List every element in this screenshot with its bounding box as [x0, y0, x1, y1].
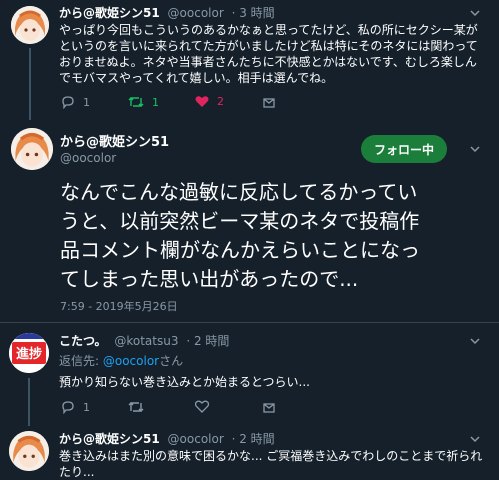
tweet-text-line: というのを言いに来られてた方がいましたけど私は特にそのネタには関わって: [59, 39, 478, 53]
chevron-down-icon[interactable]: [470, 336, 480, 346]
reply-header: こたつ。 @kotatsu3 · 2 時間: [59, 332, 229, 349]
main-author-handle[interactable]: @oocolor: [60, 151, 116, 165]
tweet-text-line: おりませぬよ。ネタや当事者さんたちに不快感とかはないです、むしろ楽しん: [59, 55, 477, 69]
thread-line: [29, 48, 31, 120]
avatar[interactable]: [11, 6, 49, 44]
reply-count: 1: [83, 400, 90, 414]
reply-header: から@歌姫シン51 @oocolor · 2 時間: [59, 430, 275, 447]
main-text-line: 品コメント欄がなんかえらいことになっ: [60, 238, 420, 262]
share-button[interactable]: [262, 95, 276, 109]
avatar-text: 進捗: [16, 346, 42, 362]
reply-to-line: 返信先: @oocolorさん: [59, 352, 183, 369]
following-button[interactable]: フォロー中: [361, 135, 447, 163]
tweet-text-line: でモバマスやってくれて嬉しい。相手は選んでね。: [59, 71, 334, 85]
retweet-icon: [128, 97, 144, 107]
author-handle[interactable]: @kotatsu3: [114, 334, 178, 348]
share-button[interactable]: [262, 400, 276, 414]
share-icon: [263, 98, 275, 108]
main-text-line: うと、以前突然ビーマ某のネタで投稿作: [60, 209, 420, 233]
reply-button[interactable]: 1: [61, 95, 90, 109]
reply-icon: [62, 96, 74, 109]
retweet-button[interactable]: [128, 400, 144, 414]
main-text-line: てしまった思い出があったので...: [60, 267, 359, 291]
like-button[interactable]: [195, 400, 209, 413]
chevron-down-icon[interactable]: [470, 8, 480, 18]
main-timestamp[interactable]: 7:59 - 2019年5月26日: [60, 298, 178, 314]
tweet-time[interactable]: · 2 時間: [232, 432, 275, 446]
reply-text-line: 巻き込みはまた別の意味で困るかな... ご冥福巻き込みでわしのことまで祈られ: [59, 449, 483, 463]
main-text-line: なんでこんな過敏に反応してるかってい: [60, 180, 418, 204]
retweet-button[interactable]: 1: [128, 95, 159, 109]
author-name[interactable]: こたつ。: [59, 334, 107, 348]
tweet-time[interactable]: · 2 時間: [186, 334, 229, 348]
like-button[interactable]: 2: [195, 95, 224, 108]
reply-button[interactable]: 1: [61, 400, 90, 414]
avatar[interactable]: 進捗: [9, 333, 49, 373]
tweet-header: から@歌姫シン51 @oocolor · 3 時間: [59, 4, 275, 21]
tweet-text-line: やっぱり今回もこういうのあるかなぁと思ってたけど、私の所にセクシー某が: [59, 23, 478, 37]
main-author-name[interactable]: から@歌姫シン51: [60, 131, 169, 150]
share-icon: [263, 403, 275, 413]
author-handle[interactable]: @oocolor: [168, 432, 224, 446]
reply-icon: [62, 401, 74, 414]
thread-line: [28, 378, 30, 426]
divider: [0, 322, 499, 323]
tweet-text: やっぱり今回もこういうのあるかなぁと思ってたけど、私の所にセクシー某が というの…: [59, 22, 479, 86]
reply-to-prefix: 返信先:: [59, 354, 103, 368]
chevron-down-icon[interactable]: [470, 434, 480, 444]
avatar[interactable]: [9, 431, 49, 471]
chevron-down-icon[interactable]: [470, 144, 480, 154]
like-icon: [195, 400, 209, 413]
like-count: 2: [217, 95, 224, 108]
retweet-count: 1: [152, 95, 159, 109]
avatar[interactable]: [11, 128, 53, 170]
reply-to-suffix: さん: [159, 354, 184, 368]
author-handle[interactable]: @oocolor: [168, 6, 224, 20]
author-name[interactable]: から@歌姫シン51: [59, 6, 160, 20]
like-icon: [195, 96, 209, 107]
reply-count: 1: [83, 95, 90, 109]
reply-text: 巻き込みはまた別の意味で困るかな... ご冥福巻き込みでわしのことまで祈られ た…: [59, 448, 482, 480]
retweet-icon: [128, 402, 144, 412]
tweet-time[interactable]: · 3 時間: [232, 6, 275, 20]
main-tweet-text: なんでこんな過敏に反応してるかってい うと、以前突然ビーマ某のネタで投稿作 品コ…: [60, 178, 420, 294]
reply-to-user-link[interactable]: @oocolor: [103, 354, 159, 368]
author-name[interactable]: から@歌姫シン51: [59, 432, 160, 446]
reply-text: 預かり知らない巻き込みとか始まるとつらい...: [59, 375, 310, 389]
